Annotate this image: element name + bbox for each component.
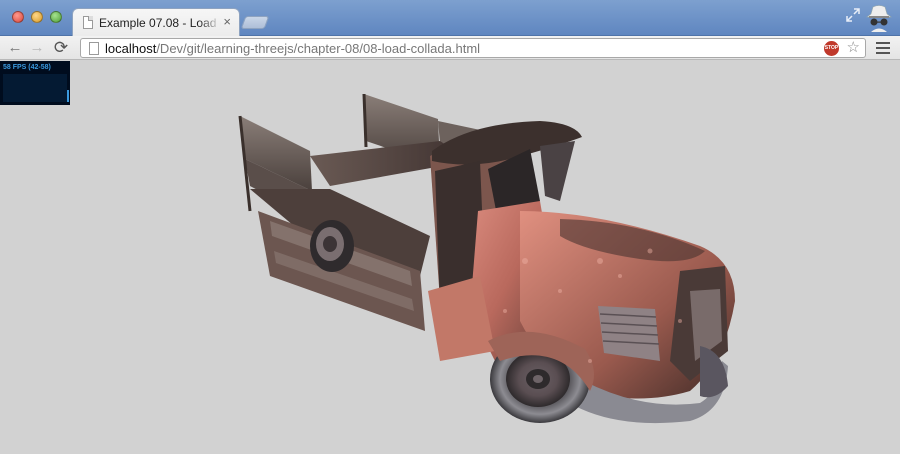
window-minimize-button[interactable] [31, 11, 43, 23]
url-text[interactable]: localhost/Dev/git/learning-threejs/chapt… [105, 41, 480, 56]
browser-toolbar: ← → ⟳ localhost/Dev/git/learning-threejs… [0, 36, 900, 60]
collada-truck-model[interactable] [0, 61, 900, 454]
url-host: localhost [105, 41, 157, 56]
tab-title: Example 07.08 - Load collada [99, 16, 221, 30]
document-icon [83, 16, 93, 29]
forward-button[interactable]: → [28, 39, 46, 57]
incognito-icon[interactable] [864, 4, 894, 32]
browser-tab-active[interactable]: Example 07.08 - Load collada × [72, 8, 240, 36]
fps-label: 58 FPS (42-58) [3, 64, 51, 71]
stop-extension-icon[interactable]: STOP [824, 41, 839, 56]
new-tab-button[interactable] [240, 16, 270, 29]
address-bar[interactable]: localhost/Dev/git/learning-threejs/chapt… [80, 38, 866, 58]
back-button[interactable]: ← [6, 39, 24, 57]
fps-stats-panel[interactable]: 58 FPS (42-58) [0, 61, 70, 105]
url-path: /Dev/git/learning-threejs/chapter-08/08-… [156, 41, 481, 56]
window-titlebar: Example 07.08 - Load collada × [0, 0, 900, 36]
window-close-button[interactable] [12, 11, 24, 23]
fps-graph-bar [67, 90, 69, 102]
window-maximize-button[interactable] [50, 11, 62, 23]
bookmark-star-icon[interactable]: ☆ [847, 39, 860, 57]
page-icon [89, 42, 99, 55]
hamburger-menu-icon[interactable] [876, 42, 890, 54]
fullscreen-icon[interactable] [846, 8, 860, 22]
webgl-canvas[interactable]: 58 FPS (42-58) [0, 61, 900, 454]
tab-close-icon[interactable]: × [223, 15, 231, 28]
fps-graph [3, 74, 69, 102]
reload-button[interactable]: ⟳ [52, 39, 70, 57]
